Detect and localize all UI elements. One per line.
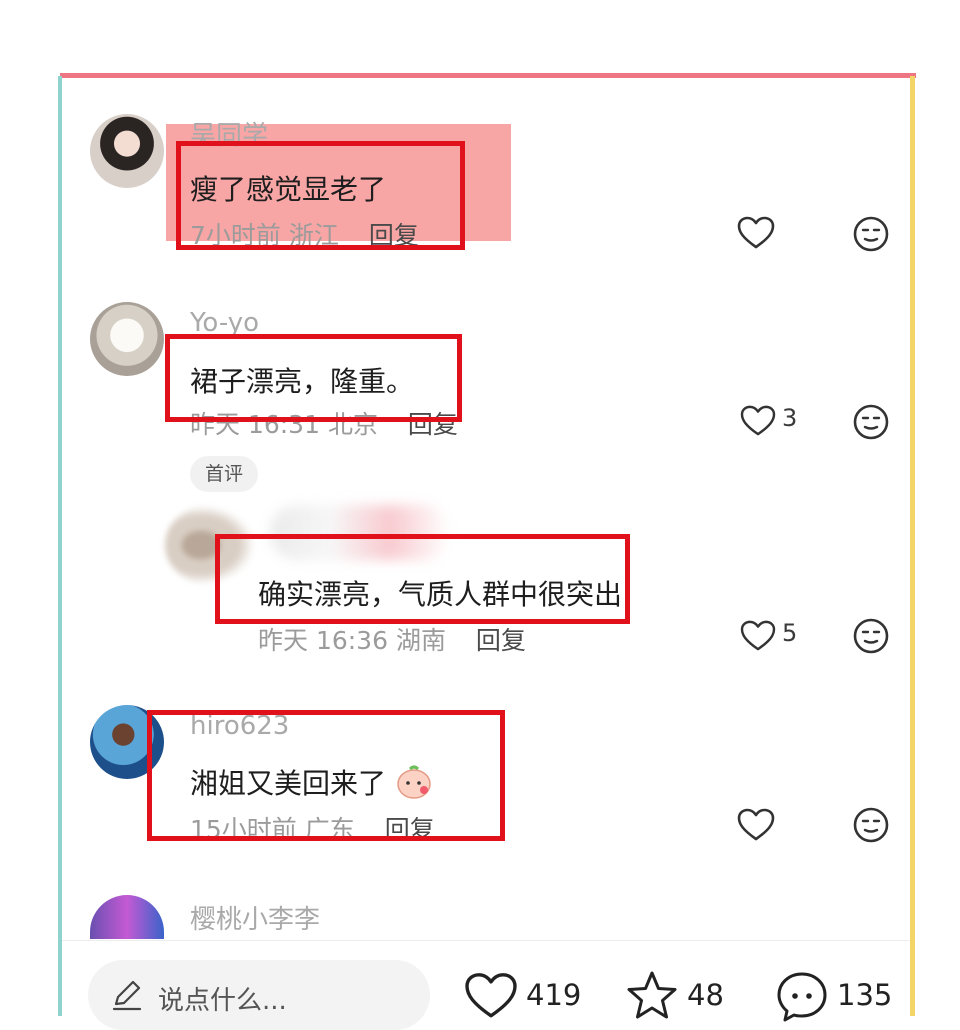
like-count: 5 (782, 619, 798, 647)
frame-top-border (60, 73, 916, 78)
avatar[interactable] (90, 114, 164, 188)
pencil-icon (112, 980, 142, 1011)
bottom-bar-divider (62, 940, 910, 941)
red-annotation-box (176, 141, 465, 250)
comment-username[interactable]: 樱桃小李李 (190, 899, 320, 936)
comment-input[interactable]: 说点什么... (88, 960, 430, 1030)
red-annotation-box (165, 334, 462, 422)
heart-icon[interactable] (740, 405, 776, 437)
avatar[interactable] (90, 895, 164, 939)
reply-time: 昨天 16:36 (258, 626, 388, 655)
red-annotation-box (215, 534, 630, 624)
emoji-icon[interactable] (852, 215, 890, 253)
like-count: 419 (526, 978, 582, 1012)
heart-icon[interactable] (740, 620, 776, 652)
first-comment-badge: 首评 (190, 456, 258, 492)
emoji-icon[interactable] (852, 617, 890, 655)
comment-input-placeholder: 说点什么... (158, 986, 287, 1016)
reply-location: 湖南 (395, 626, 446, 655)
heart-icon[interactable] (737, 808, 775, 842)
emoji-icon[interactable] (852, 806, 890, 844)
comment-count: 135 (837, 978, 893, 1012)
reply-meta: 昨天 16:36 湖南 回复 (258, 621, 526, 657)
frame-right-border (910, 76, 915, 1016)
like-count: 3 (782, 404, 798, 432)
avatar[interactable] (90, 302, 164, 376)
red-annotation-box (147, 710, 505, 841)
star-icon (627, 971, 677, 1019)
emoji-icon[interactable] (852, 403, 890, 441)
reply-button[interactable]: 回复 (476, 626, 526, 655)
heart-icon[interactable] (737, 216, 775, 250)
frame-left-border (58, 76, 62, 1016)
comment-bubble-icon (777, 972, 827, 1022)
favorite-count: 48 (687, 978, 724, 1012)
